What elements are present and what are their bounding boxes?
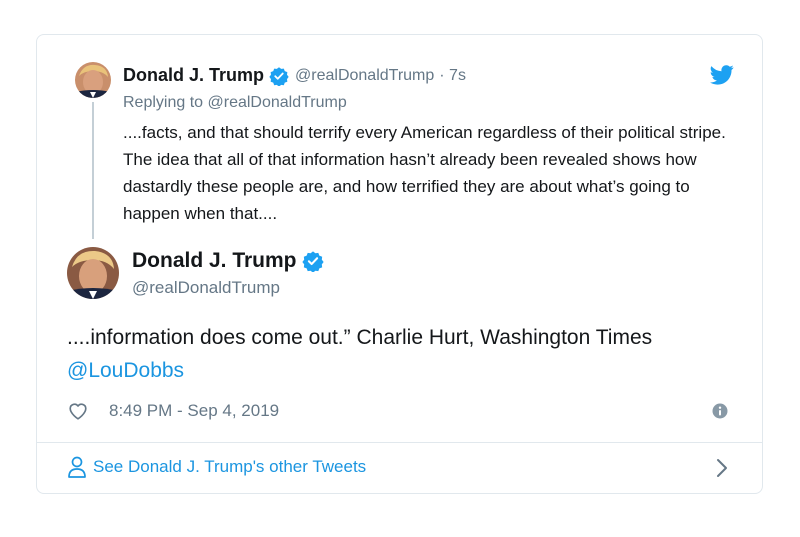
main-author-handle[interactable]: @realDonaldTrump [132, 278, 280, 298]
verified-badge-icon [269, 66, 289, 86]
see-other-tweets-label[interactable]: See Donald J. Trump's other Tweets [93, 457, 366, 477]
parent-time-ago[interactable]: · 7s [439, 67, 466, 85]
main-avatar[interactable] [67, 247, 119, 299]
tweet-meta-row: 8:49 PM - Sep 4, 2019 [67, 400, 279, 422]
info-icon[interactable] [712, 403, 728, 419]
parent-tweet-header: Donald J. Trump @realDonaldTrump · 7s [123, 65, 466, 86]
main-tweet-body: ....information does come out.” Charlie … [67, 326, 653, 349]
parent-author-handle[interactable]: @realDonaldTrump [295, 67, 434, 85]
mention-link[interactable]: @LouDobbs [67, 354, 747, 387]
embedded-tweet-card: Donald J. Trump @realDonaldTrump · 7s Re… [36, 34, 763, 494]
main-author-name[interactable]: Donald J. Trump [132, 249, 297, 273]
parent-tweet-text: ....facts, and that should terrify every… [123, 123, 726, 223]
thread-connector-line [92, 102, 94, 239]
footer-divider [37, 442, 762, 443]
see-other-tweets-link[interactable]: See Donald J. Trump's other Tweets [67, 456, 366, 478]
parent-author-name[interactable]: Donald J. Trump [123, 65, 264, 86]
main-tweet-header: Donald J. Trump [132, 249, 324, 273]
main-tweet-text: ....information does come out.” Charlie … [67, 321, 747, 387]
replying-to-line: Replying to @realDonaldTrump [123, 94, 347, 112]
replying-to-handle-link[interactable]: @realDonaldTrump [208, 94, 347, 111]
tweet-timestamp[interactable]: 8:49 PM - Sep 4, 2019 [109, 401, 279, 421]
parent-avatar[interactable] [75, 62, 111, 98]
twitter-bird-icon[interactable] [710, 65, 734, 85]
verified-badge-icon [301, 250, 324, 272]
chevron-right-icon[interactable] [716, 458, 728, 478]
like-heart-icon[interactable] [67, 400, 89, 422]
replying-to-label: Replying to [123, 94, 204, 111]
person-icon [68, 456, 86, 478]
